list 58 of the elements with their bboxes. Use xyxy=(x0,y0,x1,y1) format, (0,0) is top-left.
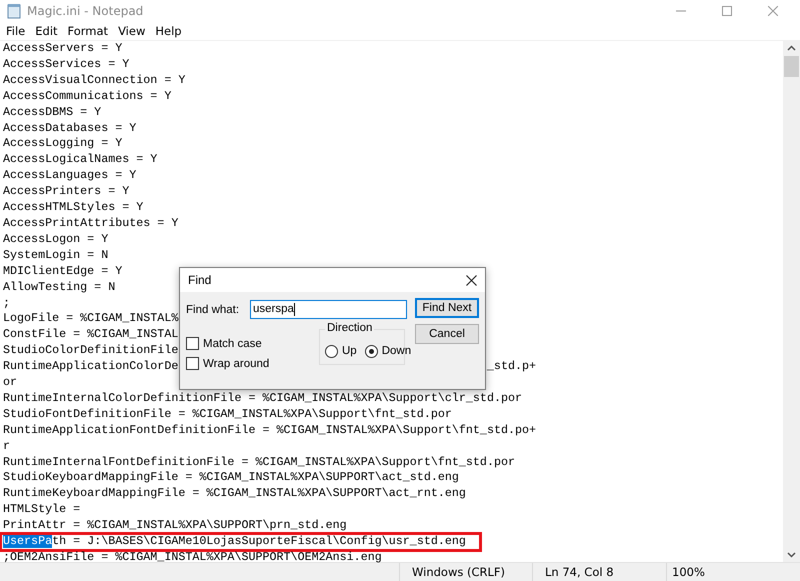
group-label: Direction xyxy=(325,322,374,334)
text-line: RuntimeInternalFontDefinitionFile = %CIGAM_INSTAL%XPA\Support\fnt_std.por xyxy=(3,454,515,470)
text-line: AccessPrintAttributes = Y xyxy=(3,216,178,232)
text-line: r xyxy=(3,438,10,455)
text-line: PrintAttr = %CIGAM_INSTAL%XPA\SUPPORT\prn_std.eng xyxy=(3,518,347,534)
text-line: AccessPrinters = Y xyxy=(3,184,130,200)
text-line: SystemLogin = N xyxy=(3,248,108,264)
text-line: RuntimeApplicationFontDefinitionFile = %CIGAM_INSTAL%XPA\Support\fnt_std.po+ xyxy=(3,422,536,439)
text-line: AccessVisualConnection = Y xyxy=(3,72,186,89)
text-line: StudioFontDefinitionFile = %CIGAM_INSTAL%XPA\Support\fnt_std.por xyxy=(3,406,452,423)
checkbox[interactable]: Wrap around xyxy=(186,357,270,370)
find-what-field[interactable]: userspa xyxy=(250,300,407,319)
text-line: AccessLanguages = Y xyxy=(3,168,136,184)
text-line: AccessServices = Y xyxy=(3,56,130,73)
status-text: Windows (CRLF) xyxy=(400,563,533,581)
menu-item[interactable]: Edit xyxy=(30,24,63,38)
vertical-scrollbar[interactable] xyxy=(783,41,800,562)
menu-item[interactable]: Format xyxy=(62,24,114,38)
text-line: AccessLogging = Y xyxy=(3,136,122,152)
text-line: ; xyxy=(3,296,10,312)
text-line: ConstFile = %CIGAM_INSTAL xyxy=(3,327,178,344)
menu-item[interactable]: Help xyxy=(150,24,187,38)
text-line: AccessDatabases = Y xyxy=(3,120,136,136)
text-line: LogoFile = %CIGAM_INSTAL% xyxy=(3,311,178,328)
text-line: AccessLogicalNames = Y xyxy=(3,152,158,168)
dialog-button[interactable]: Cancel xyxy=(415,324,479,344)
text-line: AllowTesting = N xyxy=(3,280,116,296)
menu-item[interactable]: View xyxy=(113,24,150,38)
text-line: UsersPath = J:\BASES\CIGAMe10LojasSuporteFiscal\Config\usr_std.eng xyxy=(3,534,466,550)
text-line: AccessDBMS = Y xyxy=(3,104,102,121)
window-title: Magic.ini - Notepad xyxy=(27,4,144,18)
text-line: AccessLogon = Y xyxy=(3,232,108,248)
status-text: 100% xyxy=(671,564,705,581)
radio-button[interactable]: Down xyxy=(364,344,412,358)
text-line: AccessServers = Y xyxy=(3,41,122,57)
text-line: _std.p+ xyxy=(486,359,536,376)
text-line: RuntimeKeyboardMappingFile = %CIGAM_INSTAL%XPA\SUPPORT\act_rnt.eng xyxy=(3,486,466,502)
text-line: StudioKeyboardMappingFile = %CIGAM_INSTAL%XPA\SUPPORT\act_std.eng xyxy=(3,470,459,486)
text-line: StudioColorDefinitionFile xyxy=(3,343,178,360)
text-line: RuntimeInternalColorDefinitionFile = %CIGAM_INSTAL%XPA\Support\clr_std.por xyxy=(3,390,522,407)
close-icon[interactable] xyxy=(466,274,477,286)
text-line: AccessHTMLStyles = Y xyxy=(3,200,144,216)
checkbox[interactable]: Match case xyxy=(186,337,270,350)
text-line: ;OEM2AnsiFile = %CIGAM_INSTAL%XPA\SUPPORT\OEM2Ansi.eng xyxy=(3,550,382,566)
text-line: or xyxy=(3,375,18,391)
text-line: AccessCommunications = Y xyxy=(3,88,172,105)
radio-button[interactable]: Up xyxy=(325,344,357,358)
text-line: MDIClientEdge = Y xyxy=(3,264,122,280)
status-text: Ln 74, Col 8 xyxy=(533,563,667,581)
dialog-button[interactable]: Find Next xyxy=(415,298,479,318)
scroll-thumb[interactable] xyxy=(784,56,799,77)
find-what-label: Find what: xyxy=(186,302,240,316)
text-line: RuntimeApplicationColorDe xyxy=(3,359,178,376)
notepad-icon xyxy=(7,3,21,19)
dialog-title: Find xyxy=(188,273,212,287)
text-line: HTMLStyle = xyxy=(3,502,80,518)
menu-item[interactable]: File xyxy=(1,24,30,38)
maximize-icon[interactable] xyxy=(722,6,732,16)
